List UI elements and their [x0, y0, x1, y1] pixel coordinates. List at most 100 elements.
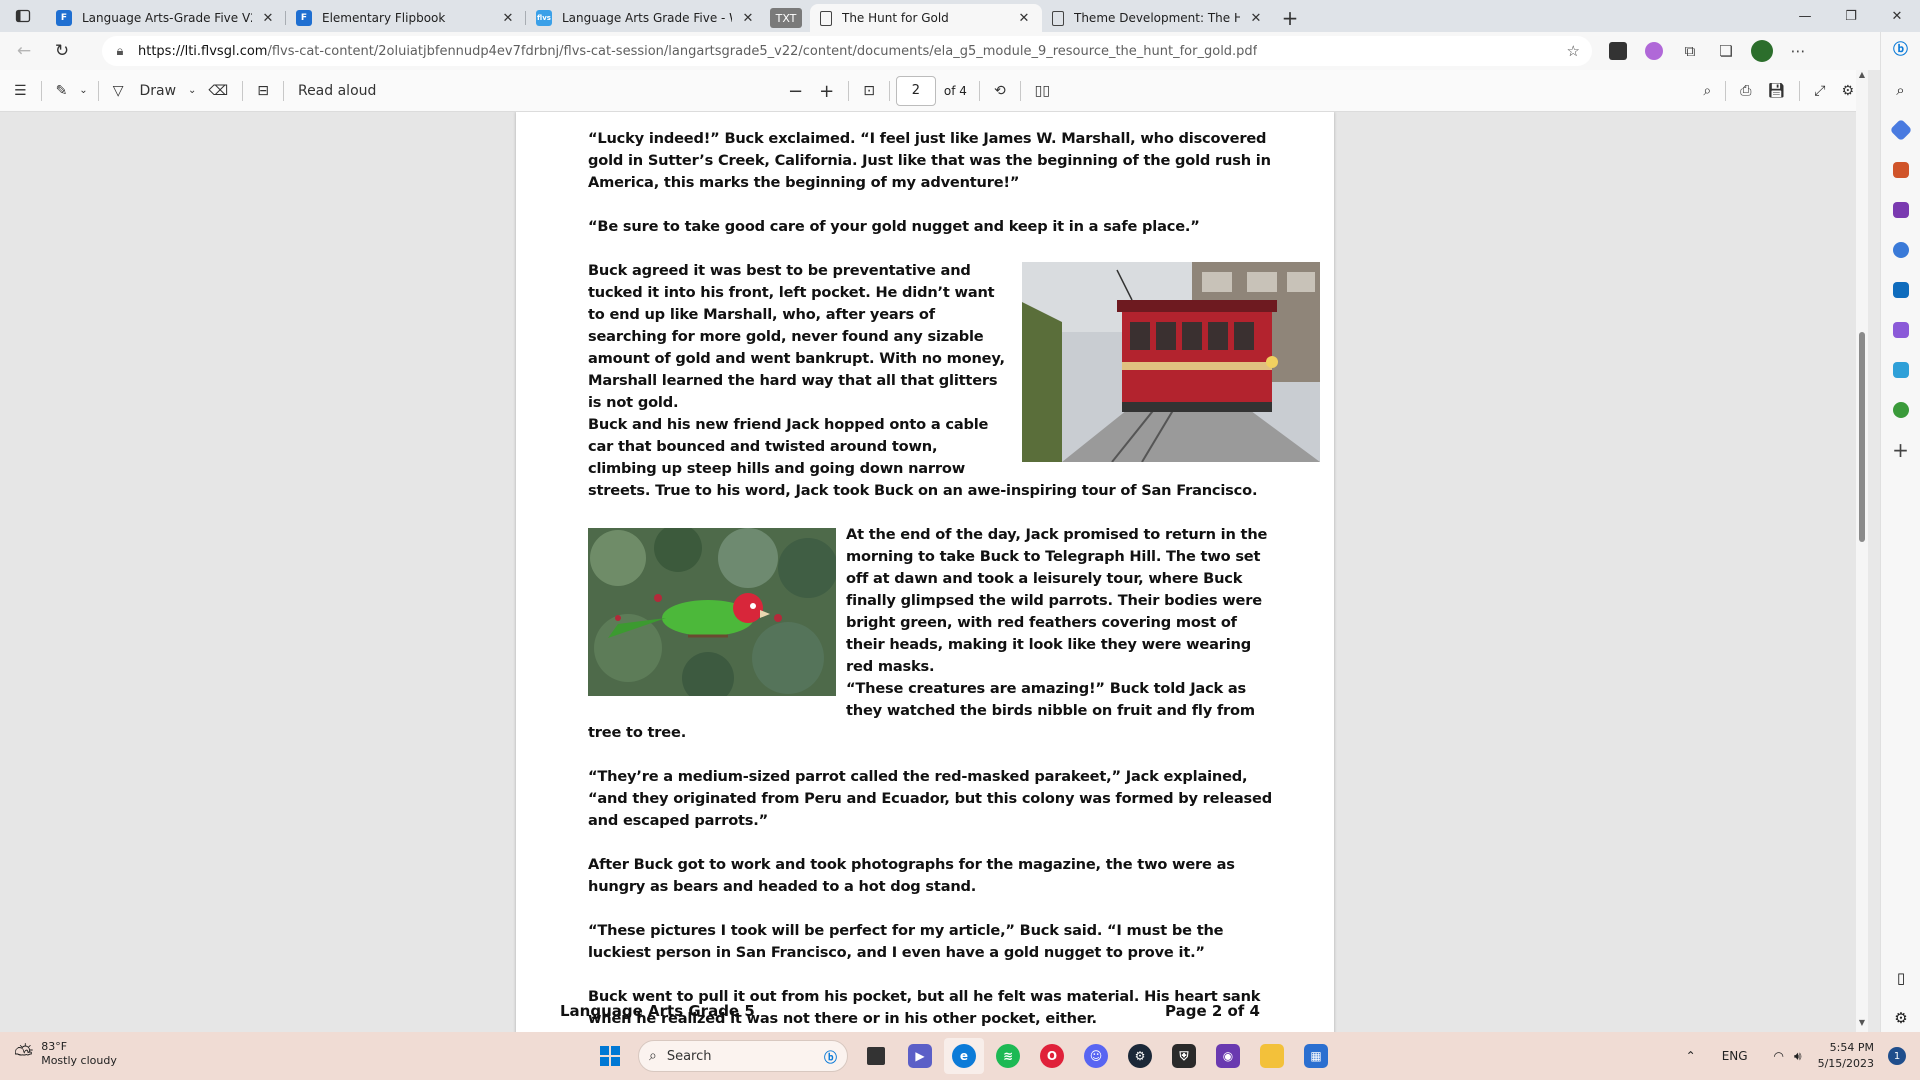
close-tab-icon[interactable]: ✕ — [1016, 11, 1032, 26]
settings-gear-icon[interactable]: ⚙ — [1887, 1004, 1915, 1032]
wifi-icon[interactable]: ◠ — [1774, 1049, 1784, 1063]
spotify-icon[interactable]: ≋ — [988, 1038, 1028, 1074]
rotate-icon[interactable]: ⟲ — [986, 76, 1014, 106]
page-number-input[interactable]: 2 — [895, 76, 936, 106]
draw-icon[interactable]: ▽ — [105, 76, 132, 106]
fullscreen-icon[interactable]: ⤢ — [1806, 76, 1833, 106]
back-button[interactable]: ← — [6, 36, 42, 66]
address-bar[interactable]: 🔒︎ https://lti.flvsgl.com/flvs-cat-conte… — [102, 36, 1592, 66]
draw-button[interactable]: Draw — [131, 76, 184, 106]
edge-sidebar: ⓑ ⌕ + ▯ ⚙ — [1880, 32, 1920, 1032]
parrot-photo — [588, 524, 838, 704]
chevron-down-icon[interactable]: ⌄ — [75, 76, 91, 106]
url-text[interactable]: https://lti.flvsgl.com/flvs-cat-content/… — [138, 44, 1257, 59]
favorite-star-icon[interactable]: ☆ — [1567, 42, 1580, 60]
microsoft-365-icon[interactable] — [1887, 236, 1915, 264]
start-button[interactable] — [590, 1038, 630, 1074]
print-icon[interactable]: ⎙ — [1732, 76, 1759, 106]
tab-hunt-for-gold[interactable]: The Hunt for Gold ✕ — [810, 4, 1042, 32]
tab-language-arts-v22[interactable]: F Language Arts-Grade Five V22 ( ✕ — [46, 4, 286, 32]
close-tab-icon[interactable]: ✕ — [260, 11, 276, 26]
volume-icon[interactable]: 🔊︎ — [1794, 1049, 1802, 1064]
steam-icon[interactable]: ⚙ — [1120, 1038, 1160, 1074]
minimize-button[interactable]: — — [1782, 0, 1828, 32]
close-tab-icon[interactable]: ✕ — [500, 11, 516, 26]
edge-browser-icon[interactable]: e — [944, 1038, 984, 1074]
microsoft-store-icon[interactable]: ▦ — [1296, 1038, 1336, 1074]
paragraph: “Be sure to take good care of your gold … — [588, 218, 1200, 235]
games-icon[interactable] — [1887, 196, 1915, 224]
designer-icon[interactable] — [1887, 316, 1915, 344]
scrollbar-thumb[interactable] — [1859, 332, 1865, 542]
file-explorer-icon[interactable] — [1252, 1038, 1292, 1074]
new-tab-button[interactable]: + — [1274, 4, 1306, 32]
shield-app-icon[interactable]: ⛨ — [1164, 1038, 1204, 1074]
weather-widget[interactable]: ⛅︎ 83°F Mostly cloudy — [14, 1040, 117, 1068]
send-icon[interactable] — [1887, 356, 1915, 384]
outlook-icon[interactable] — [1887, 276, 1915, 304]
profile-avatar[interactable] — [1744, 36, 1780, 66]
clock[interactable]: 5:54 PM 5/15/2023 — [1818, 1040, 1874, 1072]
tab-title: The Hunt for Gold — [842, 11, 949, 25]
copilot-icon[interactable]: ⓑ — [1887, 32, 1915, 64]
eraser-icon[interactable]: ⌫ — [200, 76, 236, 106]
game-app-icon[interactable]: ◉ — [1208, 1038, 1248, 1074]
lock-icon[interactable]: 🔒︎ — [102, 44, 138, 59]
extensions-row: ⧉ ❏ ⋯ — [1600, 36, 1816, 66]
chevron-up-icon[interactable]: ⌃ — [1686, 1049, 1696, 1063]
footer-course-label: Language Arts Grade 5 — [560, 1002, 755, 1020]
page-body: “Lucky indeed!” Buck exclaimed. “I feel … — [588, 128, 1320, 1032]
more-options-icon[interactable]: ⋯ — [1780, 36, 1816, 66]
task-view-icon[interactable] — [856, 1038, 896, 1074]
discord-icon[interactable]: ☺ — [1076, 1038, 1116, 1074]
tab-actions-icon — [15, 9, 31, 23]
taskbar-search[interactable]: ⌕ Search ⓑ — [638, 1040, 848, 1072]
collections-icon[interactable]: ❏ — [1708, 36, 1744, 66]
tab-elementary-flipbook[interactable]: F Elementary Flipbook ✕ — [286, 4, 526, 32]
add-sidebar-app-icon[interactable]: + — [1887, 436, 1915, 464]
taskbar-apps: ⌕ Search ⓑ ▶ e ≋ O ☺ ⚙ ⛨ ◉ ▦ — [588, 1038, 1338, 1074]
restore-button[interactable]: ❐ — [1828, 0, 1874, 32]
vertical-scrollbar[interactable]: ▲ ▼ — [1856, 70, 1868, 1032]
address-bar-row: ← ↻ 🔒︎ https://lti.flvsgl.com/flvs-cat-c… — [0, 32, 1880, 70]
text-box-icon[interactable]: ⊟ — [249, 76, 277, 106]
extension-icon[interactable] — [1600, 36, 1636, 66]
highlight-icon[interactable]: ✎ — [48, 76, 76, 106]
extension-icon[interactable] — [1636, 36, 1672, 66]
shopping-tag-icon[interactable] — [1887, 116, 1915, 144]
tools-briefcase-icon[interactable] — [1887, 156, 1915, 184]
search-icon[interactable]: ⌕ — [1695, 76, 1719, 106]
chevron-down-icon[interactable]: ⌄ — [184, 76, 200, 106]
close-tab-icon[interactable]: ✕ — [1248, 11, 1264, 26]
zoom-out-button[interactable]: − — [780, 76, 811, 106]
tab-title: Language Arts-Grade Five V22 ( — [82, 11, 252, 25]
zoom-in-button[interactable]: + — [811, 76, 842, 106]
bing-icon: ⓑ — [823, 1050, 837, 1066]
page-view-icon[interactable]: ▯▯ — [1027, 76, 1058, 106]
tree-icon[interactable] — [1887, 396, 1915, 424]
extensions-puzzle-icon[interactable]: ⧉ — [1672, 36, 1708, 66]
teams-chat-icon[interactable]: ▶ — [900, 1038, 940, 1074]
txt-badge[interactable]: TXT — [770, 8, 802, 28]
scroll-down-arrow[interactable]: ▼ — [1856, 1018, 1868, 1032]
tab-title: Theme Development: The Hunt f — [1074, 11, 1240, 25]
fit-page-icon[interactable]: ⊡ — [855, 76, 883, 106]
notification-badge[interactable]: 1 — [1888, 1047, 1906, 1065]
language-indicator[interactable]: ENG — [1722, 1049, 1748, 1063]
tab-actions-button[interactable] — [0, 0, 46, 32]
close-tab-icon[interactable]: ✕ — [740, 11, 756, 26]
search-icon[interactable]: ⌕ — [1887, 76, 1915, 104]
table-of-contents-icon[interactable]: ☰ — [6, 76, 35, 106]
close-window-button[interactable]: ✕ — [1874, 0, 1920, 32]
refresh-button[interactable]: ↻ — [44, 36, 80, 66]
tab-language-arts-what[interactable]: flvs Language Arts Grade Five - What ✕ — [526, 4, 766, 32]
sidebar-toggle-icon[interactable]: ▯ — [1887, 964, 1915, 992]
read-aloud-button[interactable]: Read aloud — [290, 76, 384, 106]
flvs-icon: F — [296, 10, 312, 26]
scroll-up-arrow[interactable]: ▲ — [1856, 70, 1868, 84]
paragraph: “These pictures I took will be perfect f… — [588, 922, 1224, 961]
opera-icon[interactable]: O — [1032, 1038, 1072, 1074]
tab-theme-development[interactable]: Theme Development: The Hunt f ✕ — [1042, 4, 1274, 32]
pdf-viewer[interactable]: “Lucky indeed!” Buck exclaimed. “I feel … — [0, 112, 1856, 1032]
save-icon[interactable]: 💾︎ — [1759, 76, 1793, 106]
